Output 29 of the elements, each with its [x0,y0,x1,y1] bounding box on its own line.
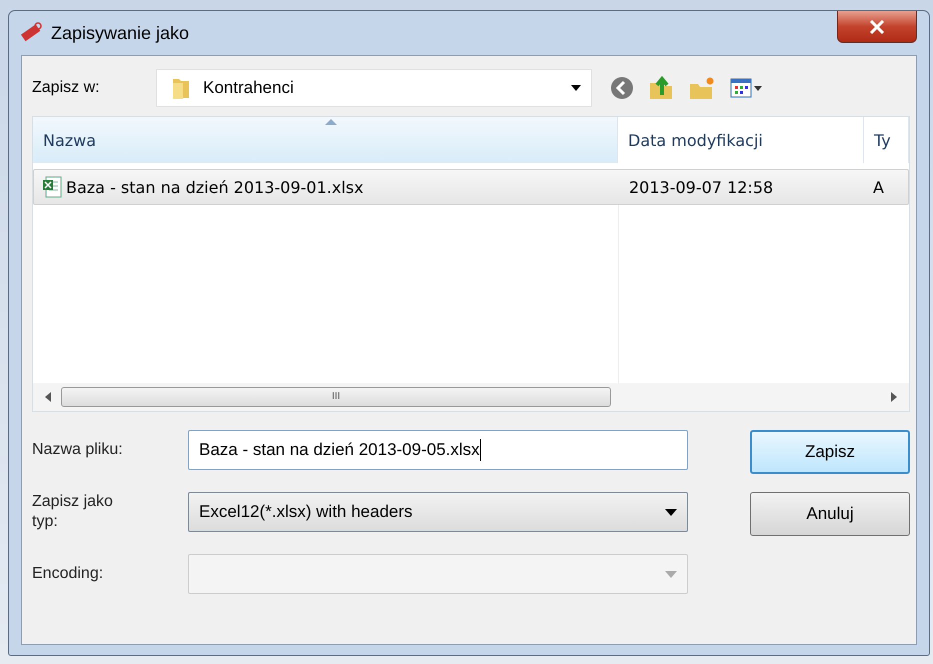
dropdown-field[interactable]: Excel12(*.xlsx) with headers [188,492,688,532]
spreadsheet-file-icon [42,176,62,198]
caret-icon [665,570,677,578]
field-label: Zapisz jako typ: [32,492,114,532]
file-name-field[interactable]: Baza - stan na dzień 2013-09-05.xlsx [188,430,688,470]
scroll-right-icon[interactable] [889,392,897,402]
view-menu-icon[interactable] [730,77,764,99]
column-header[interactable]: Nazwa [33,117,618,163]
scroll-left-icon[interactable] [45,392,53,402]
save-in-label: Zapisz w: [32,79,101,97]
dialog-button[interactable]: Anuluj [750,492,910,536]
dialog-button[interactable]: Zapisz [750,430,910,474]
caret-icon [571,85,581,91]
close-button[interactable] [837,11,917,43]
save-in-combo[interactable]: Kontrahenci [156,69,592,107]
file-row[interactable]: Baza - stan na dzień 2013-09-01.xlsx 2013-09-07 12:58 A [33,169,909,205]
file-cell: 2013-09-07 12:58 [629,178,774,196]
close-icon [869,20,885,34]
window-title: Zapisywanie jako [51,22,190,44]
folder-icon [171,76,191,100]
field-label: Encoding: [32,564,104,584]
field-label: Nazwa pliku: [32,440,124,460]
file-cell: Baza - stan na dzień 2013-09-01.xlsx [66,178,364,196]
scrollbar-thumb[interactable]: III [61,387,611,407]
caret-icon [665,508,677,516]
folder-up-icon[interactable] [648,75,674,101]
sort-arrow-icon [325,119,337,125]
horizontal-scrollbar[interactable]: III [33,383,909,411]
file-cell: A [873,178,884,196]
